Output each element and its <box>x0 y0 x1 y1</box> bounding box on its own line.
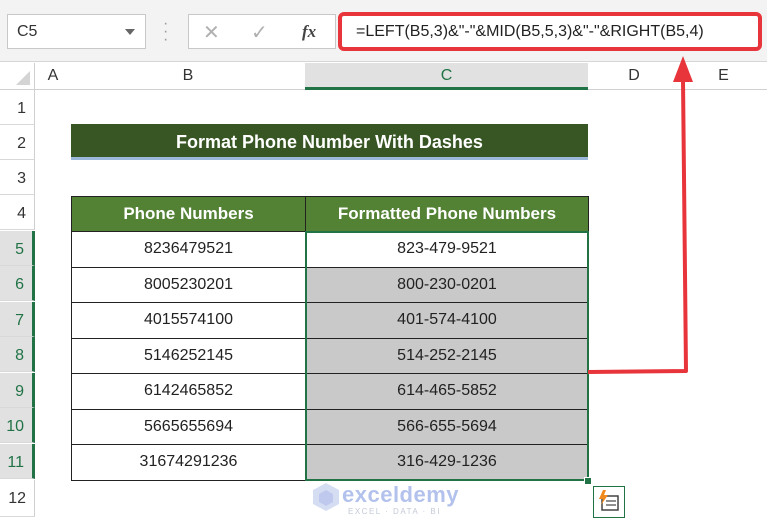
row-header-7[interactable]: 7 <box>0 302 35 337</box>
fill-handle[interactable] <box>584 477 592 485</box>
exceldemy-logo-icon <box>313 483 339 511</box>
column-header-c[interactable]: C <box>305 63 588 90</box>
table-row: 31674291236 316-429-1236 <box>71 444 589 481</box>
cell-formatted[interactable]: 823-479-9521 <box>305 231 589 268</box>
header-phone-numbers[interactable]: Phone Numbers <box>71 196 306 232</box>
cell-phone[interactable]: 4015574100 <box>71 302 306 339</box>
table-row: 5146252145 514-252-2145 <box>71 337 589 374</box>
formula-bar-area: C5 · · · ✕ ✓ fx =LEFT(B5,3)&"-"&MID(B5,5,3… <box>0 0 767 62</box>
cell-phone[interactable]: 5665655694 <box>71 408 306 445</box>
cell-formatted[interactable]: 800-230-0201 <box>305 266 589 303</box>
column-header-d[interactable]: D <box>588 63 680 90</box>
cell-formatted[interactable]: 566-655-5694 <box>305 408 589 445</box>
table-row: 8005230201 800-230-0201 <box>71 266 589 303</box>
cell-phone[interactable]: 31674291236 <box>71 444 306 481</box>
name-box[interactable]: C5 <box>7 14 146 49</box>
row-header-12[interactable]: 12 <box>0 480 35 517</box>
cell-phone[interactable]: 6142465852 <box>71 373 306 410</box>
cell-phone[interactable]: 8236479521 <box>71 231 306 268</box>
row-header-9[interactable]: 9 <box>0 373 35 408</box>
phone-table: Phone Numbers Formatted Phone Numbers 82… <box>71 196 589 481</box>
quick-analysis-icon <box>599 490 619 511</box>
cell-formatted[interactable]: 614-465-5852 <box>305 373 589 410</box>
chevron-down-icon[interactable] <box>125 29 135 35</box>
row-header-11[interactable]: 11 <box>0 444 35 479</box>
cell-formatted[interactable]: 316-429-1236 <box>305 444 589 481</box>
table-row: 6142465852 614-465-5852 <box>71 373 589 410</box>
column-header-a[interactable]: A <box>35 63 71 90</box>
sheet-title: Format Phone Number With Dashes <box>71 124 588 160</box>
table-row: 5665655694 566-655-5694 <box>71 408 589 445</box>
formula-input[interactable]: =LEFT(B5,3)&"-"&MID(B5,5,3)&"-"&RIGHT(B5… <box>338 12 762 51</box>
row-header-1[interactable]: 1 <box>0 90 35 125</box>
arrow-line <box>587 79 688 374</box>
table-header-row: Phone Numbers Formatted Phone Numbers <box>71 196 589 232</box>
row-header-8[interactable]: 8 <box>0 337 35 372</box>
row-header-6[interactable]: 6 <box>0 266 35 301</box>
exceldemy-watermark: exceldemy EXCEL · DATA · BI <box>312 482 459 517</box>
select-all-triangle-icon <box>16 71 30 85</box>
row-header-5[interactable]: 5 <box>0 231 35 266</box>
quick-analysis-button[interactable] <box>593 486 625 518</box>
row-header-10[interactable]: 10 <box>0 408 35 443</box>
cell-phone[interactable]: 5146252145 <box>71 337 306 374</box>
row-header-3[interactable]: 3 <box>0 160 35 195</box>
row-header-4[interactable]: 4 <box>0 195 35 230</box>
table-row: 4015574100 401-574-4100 <box>71 302 589 339</box>
column-header-e[interactable]: E <box>680 63 767 90</box>
header-formatted-phone-numbers[interactable]: Formatted Phone Numbers <box>305 196 589 232</box>
cell-formatted[interactable]: 514-252-2145 <box>305 337 589 374</box>
row-header-2[interactable]: 2 <box>0 125 35 160</box>
formula-text: =LEFT(B5,3)&"-"&MID(B5,5,3)&"-"&RIGHT(B5… <box>356 23 704 40</box>
cell-phone[interactable]: 8005230201 <box>71 266 306 303</box>
check-icon[interactable]: ✓ <box>251 20 268 45</box>
watermark-tagline: EXCEL · DATA · BI <box>348 507 441 516</box>
formula-buttons: ✕ ✓ fx <box>188 14 336 49</box>
insert-function-icon[interactable]: fx <box>302 22 316 42</box>
cancel-icon[interactable]: ✕ <box>203 20 220 45</box>
table-row: 8236479521 823-479-9521 <box>71 231 589 268</box>
name-box-value: C5 <box>17 23 38 40</box>
select-all-button[interactable] <box>0 63 35 90</box>
column-header-b[interactable]: B <box>71 63 305 90</box>
drag-handle-icon[interactable]: · · · <box>163 16 168 48</box>
watermark-name: exceldemy <box>342 482 460 507</box>
cell-formatted[interactable]: 401-574-4100 <box>305 302 589 339</box>
